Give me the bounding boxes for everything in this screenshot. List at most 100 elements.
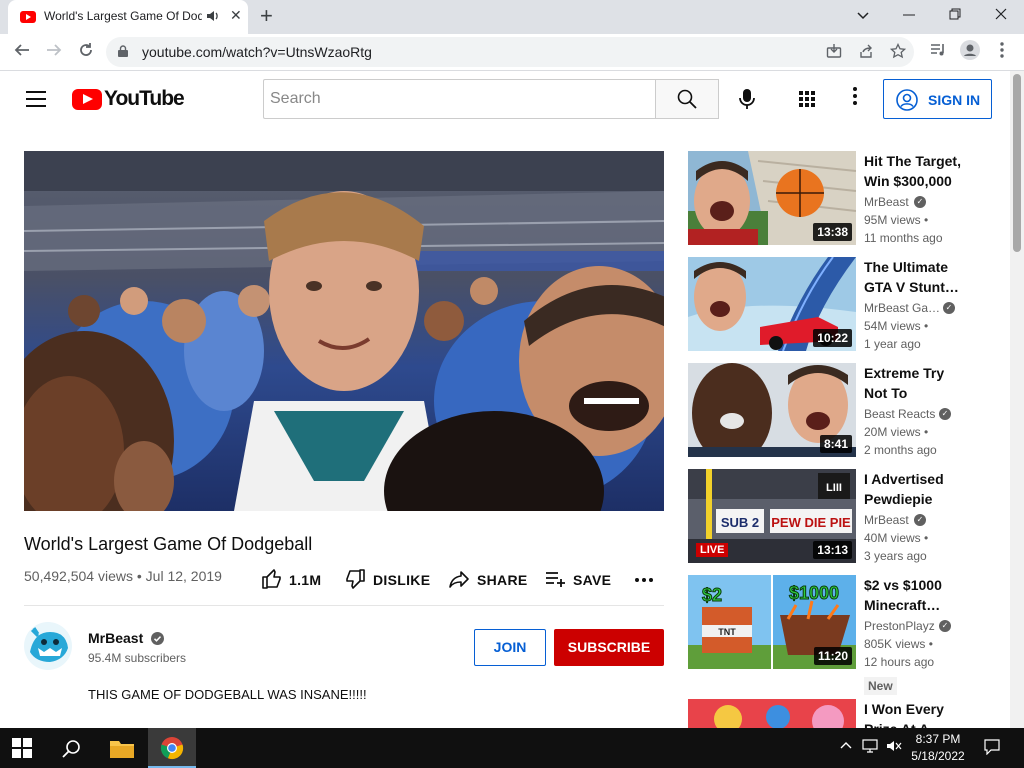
like-button[interactable]: 1.1M [261,568,325,592]
svg-text:$2: $2 [702,585,722,605]
youtube-logo-icon[interactable] [72,89,102,110]
restore-window-icon[interactable] [940,4,970,26]
search-input[interactable]: Search [263,79,656,119]
close-tab-icon[interactable]: ✕ [230,7,242,24]
verified-check-icon: ✓ [939,408,951,420]
video-frame-image [24,151,664,511]
youtube-favicon-icon [20,11,36,23]
profile-avatar-icon[interactable] [958,40,982,64]
dislike-button[interactable]: DISLIKE [344,568,430,592]
video-player[interactable] [24,151,664,511]
back-arrow-icon[interactable] [10,40,34,64]
svg-text:LIII: LIII [826,482,842,494]
view-count: 50,492,504 views [24,568,133,584]
share-label: SHARE [477,572,528,588]
recommended-age: 1 year ago [864,337,921,351]
recommended-channel[interactable]: MrBeast Ga… [864,301,940,315]
recommended-video-title[interactable]: I Advertised Pewdiepie At… [864,469,964,509]
recommended-video-item[interactable]: SUB 2 PEW DIE PIE LIII LIVE 13:13 I Adve… [688,469,998,565]
video-duration: 8:41 [819,435,852,453]
verified-check-icon: ✓ [914,196,926,208]
show-hidden-icons-chevron-icon[interactable] [840,739,852,755]
recommended-channel[interactable]: Beast Reacts [864,407,935,421]
chrome-taskbar-icon[interactable] [148,728,196,768]
reload-icon[interactable] [74,40,98,64]
taskbar-search-icon[interactable] [60,737,84,761]
microphone-icon[interactable] [732,84,762,114]
browser-tab[interactable]: World's Largest Game Of Dodgeball ✕ [8,0,248,34]
new-tab-button[interactable]: + [260,5,273,27]
taskbar-clock-time[interactable]: 8:37 PM [904,732,972,746]
forward-arrow-icon[interactable] [42,40,66,64]
taskbar-clock-date[interactable]: 5/18/2022 [904,749,972,763]
address-bar[interactable]: youtube.com/watch?v=UtnsWzaoRtg [106,37,914,67]
recommended-video-item[interactable]: 10:22 The Ultimate GTA V Stunt… MrBeast … [688,257,998,353]
bookmark-star-icon[interactable] [888,42,908,64]
svg-text:TNT: TNT [718,627,736,637]
recommended-age: 12 hours ago [864,655,935,669]
recommended-video-item[interactable]: 13:38 Hit The Target, Win $300,000 MrBea… [688,151,998,247]
video-thumbnail[interactable]: 10:22 [688,257,856,351]
recommended-video-title[interactable]: Extreme Try Not To Laugh… [864,363,964,403]
menu-hamburger-icon[interactable] [26,91,46,107]
lock-icon[interactable] [118,45,128,57]
video-thumbnail[interactable]: SUB 2 PEW DIE PIE LIII LIVE 13:13 [688,469,856,563]
media-control-icon[interactable] [926,40,950,64]
recommended-channel[interactable]: MrBeast [864,513,909,527]
search-button[interactable] [655,79,719,119]
share-page-icon[interactable] [856,43,876,64]
share-button[interactable]: SHARE [448,568,528,592]
recommended-video-item[interactable]: I Won Every Prize At A… [688,699,998,728]
recommended-video-item[interactable]: TNT $2 $1000 11:20 $2 vs $1000 Minecraft… [688,575,998,695]
recommended-video-item[interactable]: 8:41 Extreme Try Not To Laugh… Beast Rea… [688,363,998,459]
video-thumbnail[interactable]: 8:41 [688,363,856,457]
channel-name[interactable]: MrBeast [88,630,165,646]
share-arrow-icon [449,571,469,588]
recommended-video-title[interactable]: The Ultimate GTA V Stunt… [864,257,964,297]
recommended-channel[interactable]: MrBeast [864,195,909,209]
recommended-channel[interactable]: PrestonPlayz [864,619,935,633]
join-button[interactable]: JOIN [474,629,546,666]
video-description: THIS GAME OF DODGEBALL WAS INSANE!!!!! [88,687,367,702]
sign-in-button[interactable]: SIGN IN [883,79,992,119]
notification-center-icon[interactable] [984,739,1000,758]
network-icon[interactable] [862,739,878,756]
recommended-age: 11 months ago [864,231,943,245]
verified-check-icon [151,632,165,645]
recommended-video-title[interactable]: I Won Every Prize At A… [864,699,964,728]
recommended-views: 20M views • [864,425,929,439]
settings-more-icon[interactable] [845,87,865,111]
page-scrollbar-thumb[interactable] [1013,74,1021,252]
browser-menu-icon[interactable] [990,40,1014,64]
video-duration: 11:20 [813,647,852,665]
apps-grid-icon[interactable] [797,89,817,109]
thumbs-up-icon [262,569,281,589]
video-metadata: 50,492,504 views • Jul 12, 2019 [24,568,222,584]
windows-start-icon[interactable] [12,738,32,758]
subscribe-button[interactable]: SUBSCRIBE [554,629,664,666]
verified-check-icon: ✓ [943,302,955,314]
close-window-icon[interactable] [986,4,1016,26]
minimize-window-icon[interactable] [894,4,924,26]
channel-avatar[interactable] [24,622,72,670]
thumbs-down-icon [346,569,365,589]
video-thumbnail[interactable]: 13:38 [688,151,856,245]
windows-taskbar: 8:37 PM 5/18/2022 [0,728,1024,768]
url-text: youtube.com/watch?v=UtnsWzaoRtg [142,44,372,60]
more-actions-icon[interactable] [634,568,654,592]
save-button[interactable]: SAVE [544,568,612,592]
youtube-wordmark[interactable]: YouTube [104,87,185,111]
recommended-video-title[interactable]: $2 vs $1000 Minecraft… [864,575,964,615]
like-count: 1.1M [289,572,322,588]
file-explorer-icon[interactable] [108,736,136,760]
video-thumbnail[interactable]: TNT $2 $1000 11:20 [688,575,856,669]
speaker-icon[interactable] [206,9,220,26]
search-icon [677,89,697,109]
install-app-icon[interactable] [824,43,844,64]
recommended-video-title[interactable]: Hit The Target, Win $300,000 [864,151,964,191]
volume-muted-icon[interactable] [886,739,902,756]
video-thumbnail[interactable] [688,699,856,728]
upload-date: Jul 12, 2019 [145,568,222,584]
save-label: SAVE [573,572,612,588]
tab-search-icon[interactable] [848,4,878,26]
